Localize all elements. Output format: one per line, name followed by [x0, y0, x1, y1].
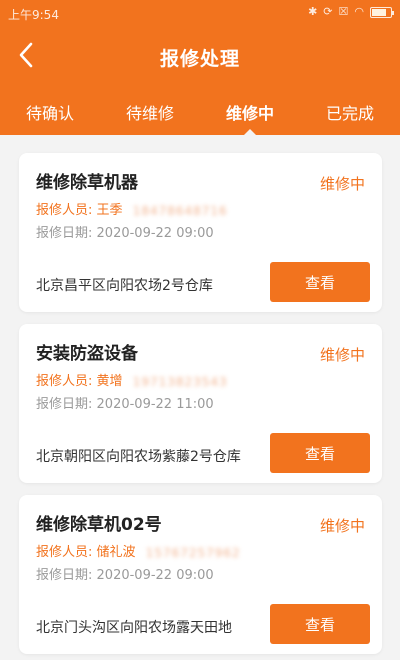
wifi-icon: ◠ [354, 5, 364, 18]
view-button[interactable]: 查看 [270, 604, 370, 644]
repair-order-card: 安装防盗设备 维修中 报修人员: 黄增 19713823543 报修日期: 20… [19, 324, 382, 483]
nav-bar: 报修处理 [0, 34, 400, 78]
order-title: 维修除草机器 [36, 173, 138, 193]
order-date: 报修日期: 2020-09-22 11:00 [36, 393, 214, 412]
status-bar: 上午9:54 ✱ ⟳ ☒ ◠ [0, 0, 400, 26]
bluetooth-icon: ✱ [308, 5, 318, 18]
order-address: 北京朝阳区向阳农场紫藤2号仓库 [36, 449, 241, 465]
order-address: 北京昌平区向阳农场2号仓库 [36, 278, 213, 294]
repair-order-card: 维修除草机器 维修中 报修人员: 王季 18478648716 报修日期: 20… [19, 153, 382, 312]
close-box-icon: ☒ [338, 5, 349, 18]
order-reporter: 报修人员: 黄增 19713823543 [36, 370, 228, 389]
order-reporter: 报修人员: 王季 18478648716 [36, 199, 228, 218]
order-reporter: 报修人员: 储礼波 15767257962 [36, 541, 241, 560]
order-status: 维修中 [319, 346, 365, 364]
repair-order-list: 维修除草机器 维修中 报修人员: 王季 18478648716 报修日期: 20… [19, 153, 382, 660]
date-value: 2020-09-22 11:00 [96, 397, 214, 412]
status-icons: ✱ ⟳ ☒ ◠ [308, 5, 394, 19]
view-button[interactable]: 查看 [270, 262, 370, 302]
view-button[interactable]: 查看 [270, 433, 370, 473]
repair-order-card: 维修除草机02号 维修中 报修人员: 储礼波 15767257962 报修日期:… [19, 495, 382, 654]
reporter-label: 报修人员: [36, 374, 93, 389]
reporter-phone: 15767257962 [145, 545, 241, 560]
page-title: 报修处理 [159, 48, 240, 70]
date-label: 报修日期: [36, 226, 93, 241]
tab-repairing[interactable]: 维修中 [200, 92, 300, 135]
order-date: 报修日期: 2020-09-22 09:00 [36, 222, 214, 241]
date-value: 2020-09-22 09:00 [96, 226, 214, 241]
order-title: 安装防盗设备 [36, 344, 138, 364]
tab-completed[interactable]: 已完成 [300, 92, 400, 135]
reporter-name: 储礼波 [96, 545, 136, 560]
reporter-name: 黄增 [96, 374, 123, 389]
tab-pending-repair[interactable]: 待维修 [100, 92, 200, 135]
tab-bar: 待确认 待维修 维修中 已完成 [0, 92, 400, 135]
order-address: 北京门头沟区向阳农场露天田地 [36, 620, 232, 636]
app-header: 上午9:54 ✱ ⟳ ☒ ◠ 报修处理 待确认 待维修 维修中 已完成 [0, 0, 400, 135]
date-value: 2020-09-22 09:00 [96, 568, 214, 583]
date-label: 报修日期: [36, 568, 93, 583]
reporter-phone: 18478648716 [132, 203, 228, 218]
date-label: 报修日期: [36, 397, 93, 412]
reporter-phone: 19713823543 [132, 374, 228, 389]
reporter-name: 王季 [96, 203, 123, 218]
status-time: 上午9:54 [8, 8, 59, 22]
tab-pending-confirm[interactable]: 待确认 [0, 92, 100, 135]
battery-icon [370, 6, 394, 18]
reporter-label: 报修人员: [36, 203, 93, 218]
reporter-label: 报修人员: [36, 545, 93, 560]
order-status: 维修中 [319, 517, 365, 535]
sync-off-icon: ⟳ [323, 5, 333, 18]
order-date: 报修日期: 2020-09-22 09:00 [36, 564, 214, 583]
order-status: 维修中 [319, 175, 365, 193]
order-title: 维修除草机02号 [36, 515, 162, 535]
